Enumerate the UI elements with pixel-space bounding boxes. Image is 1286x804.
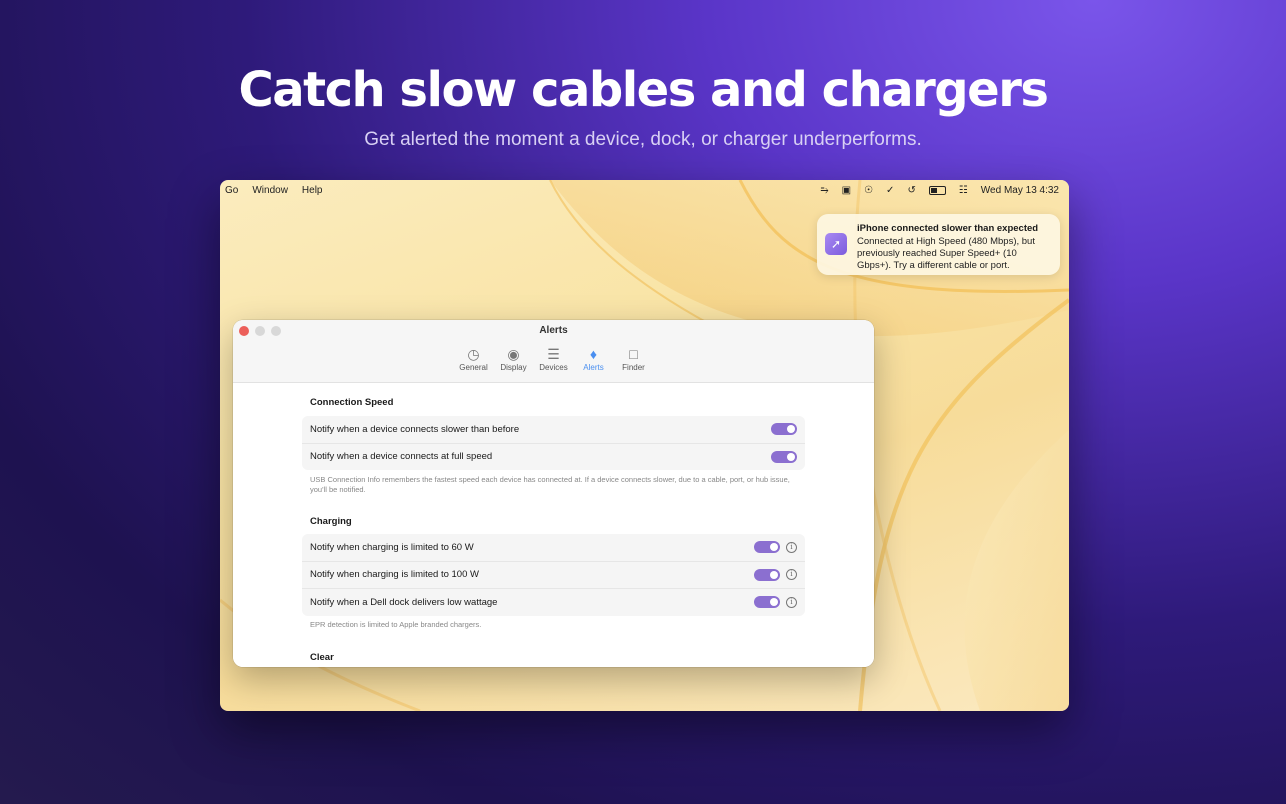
setting-label: Notify when a Dell dock delivers low wat… (310, 596, 498, 608)
menu-window[interactable]: Window (252, 185, 288, 196)
window-title: Alerts (539, 325, 568, 336)
alerts-pane: Connection Speed Notify when a device co… (233, 383, 874, 667)
menu-bar: Go Window Help ⥱ ▣ ☉ ✓ ↺ ☷ Wed May 13 4:… (220, 180, 1069, 201)
setting-label: Notify when a device connects slower tha… (310, 423, 520, 435)
tab-alerts[interactable]: ♦ Alerts (576, 345, 612, 372)
setting-row: Notify when a Dell dock delivers low wat… (302, 588, 805, 616)
charging-note: EPR detection is limited to Apple brande… (310, 620, 482, 629)
charging-group: Notify when charging is limited to 60 W … (302, 534, 805, 616)
gauge-icon: ◷ (467, 345, 480, 362)
sliders-icon: ☰ (547, 345, 560, 362)
section-title-connection-speed: Connection Speed (310, 397, 394, 408)
setting-label: Notify when charging is limited to 60 W (310, 541, 474, 553)
limited-100w-toggle[interactable] (754, 568, 780, 581)
display-icon[interactable]: ▣ (842, 185, 851, 196)
tab-general[interactable]: ◷ General (456, 345, 492, 373)
dell-dock-toggle[interactable] (754, 596, 780, 609)
time-machine-icon[interactable]: ↺ (907, 185, 915, 196)
setting-row: Notify when charging is limited to 60 W … (302, 534, 805, 561)
tab-display[interactable]: ◉ Display (496, 345, 532, 373)
section-title-clear: Clear (310, 652, 334, 663)
desktop-screen: Go Window Help ⥱ ▣ ☉ ✓ ↺ ☷ Wed May 13 4:… (220, 180, 1069, 711)
settings-tabs: ◷ General ◉ Display ☰ Devices ♦ Alerts □ (233, 345, 874, 373)
tab-label: Alerts (583, 363, 604, 372)
setting-label: Notify when a device connects at full sp… (310, 451, 493, 463)
tab-label: General (459, 363, 488, 372)
waveform-icon[interactable]: ⥱ (821, 185, 829, 196)
hero-title: Catch slow cables and chargers (238, 62, 1049, 118)
control-center-icon[interactable]: ☷ (959, 185, 968, 196)
setting-row: Notify when a device connects at full sp… (302, 442, 805, 471)
tab-label: Devices (539, 363, 568, 372)
setting-row: Notify when a device connects slower tha… (302, 416, 805, 443)
info-icon[interactable]: i (786, 541, 797, 553)
info-icon[interactable]: i (786, 569, 797, 581)
bell-icon: ♦ (589, 346, 598, 362)
alerts-settings-window: Alerts ◷ General ◉ Display ☰ Devices ♦ A… (233, 320, 874, 667)
setting-label: Notify when charging is limited to 100 W (310, 569, 479, 581)
notification-banner[interactable]: ➚ iPhone connected slower than expected … (817, 214, 1060, 275)
section-title-charging: Charging (310, 516, 352, 527)
menu-help[interactable]: Help (302, 185, 323, 196)
window-toolbar: Alerts ◷ General ◉ Display ☰ Devices ♦ A… (233, 320, 874, 383)
info-icon[interactable]: i (786, 596, 797, 608)
usb-plug-icon[interactable]: ✓ (886, 185, 894, 196)
notification-title: iPhone connected slower than expected (857, 223, 1039, 234)
menubar-clock[interactable]: Wed May 13 4:32 (981, 185, 1059, 196)
eye-icon: ◉ (507, 345, 520, 362)
tab-devices[interactable]: ☰ Devices (536, 345, 572, 373)
limited-60w-toggle[interactable] (754, 541, 780, 554)
folder-icon: □ (629, 346, 638, 362)
usb-cable-icon: ➚ (825, 233, 847, 255)
notify-slower-toggle[interactable] (771, 423, 797, 436)
tab-finder[interactable]: □ Finder (616, 345, 652, 372)
connection-speed-group: Notify when a device connects slower tha… (302, 416, 805, 470)
setting-row: Notify when charging is limited to 100 W… (302, 560, 805, 589)
notification-body: Connected at High Speed (480 Mbps), but … (857, 236, 1035, 271)
notify-full-speed-toggle[interactable] (771, 450, 797, 463)
battery-icon[interactable] (928, 186, 946, 195)
globe-icon[interactable]: ☉ (864, 185, 873, 196)
menu-go[interactable]: Go (225, 185, 238, 196)
tab-label: Finder (622, 363, 645, 372)
connection-speed-note: USB Connection Info remembers the fastes… (310, 475, 790, 494)
tab-label: Display (500, 363, 527, 372)
hero-subtitle: Get alerted the moment a device, dock, o… (364, 129, 922, 150)
